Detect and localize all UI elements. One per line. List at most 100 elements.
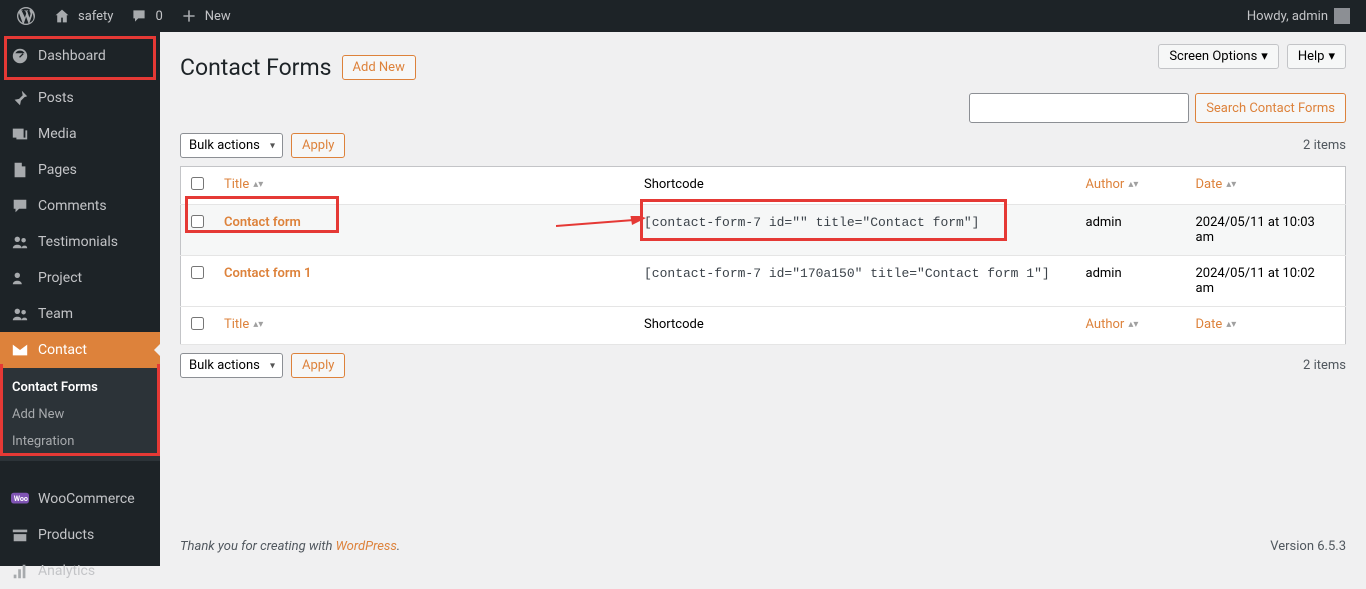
separator <box>0 461 160 481</box>
howdy-link[interactable]: Howdy, admin <box>1239 0 1358 32</box>
search-button[interactable]: Search Contact Forms <box>1195 93 1346 123</box>
plus-icon <box>179 6 199 26</box>
admin-footer: Thank you for creating with WordPress. V… <box>160 527 1366 566</box>
row-title-link[interactable]: Contact form <box>224 215 301 230</box>
sidebar-item-label: Project <box>38 270 82 286</box>
col-date-header[interactable]: Date▴▾ <box>1196 177 1237 192</box>
items-count-bottom: 2 items <box>1303 358 1346 373</box>
col-shortcode-footer: Shortcode <box>634 307 1076 345</box>
wordpress-icon <box>16 6 36 26</box>
sidebar-item-label: Media <box>38 126 77 142</box>
sidebar-item-project[interactable]: Project <box>0 260 160 296</box>
site-link[interactable]: safety <box>44 0 121 32</box>
sort-icon: ▴▾ <box>253 322 263 328</box>
sidebar-item-comments[interactable]: Comments <box>0 188 160 224</box>
admin-bar-right: Howdy, admin <box>1239 0 1358 32</box>
page-title: Contact Forms <box>180 54 332 81</box>
people-icon <box>10 232 30 252</box>
sidebar-item-label: Comments <box>38 198 107 214</box>
comments-link[interactable]: 0 <box>121 0 170 32</box>
bulk-actions-group: Bulk actions Apply <box>180 133 345 158</box>
new-label: New <box>205 9 231 24</box>
sort-icon: ▴▾ <box>1226 182 1236 188</box>
items-count-top: 2 items <box>1303 138 1346 153</box>
sidebar-item-testimonials[interactable]: Testimonials <box>0 224 160 260</box>
sidebar-item-woocommerce[interactable]: Woo WooCommerce <box>0 481 160 517</box>
apply-button-top[interactable]: Apply <box>291 133 345 158</box>
bulk-actions-select-bottom[interactable]: Bulk actions <box>180 353 283 378</box>
caret-down-icon: ▾ <box>1261 49 1268 64</box>
row-shortcode[interactable]: [contact-form-7 id="" title="Contact for… <box>644 215 979 230</box>
row-shortcode[interactable]: [contact-form-7 id="170a150" title="Cont… <box>644 266 1050 281</box>
site-name: safety <box>78 9 113 24</box>
sidebar-item-media[interactable]: Media <box>0 116 160 152</box>
comments-count: 0 <box>155 9 162 24</box>
table-row: Contact form 1 [contact-form-7 id="170a1… <box>181 256 1346 307</box>
add-new-button[interactable]: Add New <box>342 55 416 80</box>
footer-version: Version 6.5.3 <box>1270 539 1346 554</box>
row-date: 2024/05/11 at 10:02 am <box>1186 256 1346 307</box>
sort-icon: ▴▾ <box>253 182 263 188</box>
row-title-link[interactable]: Contact form 1 <box>224 266 311 281</box>
sort-icon: ▴▾ <box>1226 322 1236 328</box>
submenu-add-new[interactable]: Add New <box>0 401 160 428</box>
sidebar-item-label: Testimonials <box>38 234 118 250</box>
screen-meta-links: Screen Options▾ Help▾ <box>1158 44 1346 69</box>
page-icon <box>10 160 30 180</box>
team-icon <box>10 304 30 324</box>
wordpress-link[interactable]: WordPress <box>336 539 397 554</box>
search-row: Search Contact Forms <box>180 93 1346 123</box>
screen-options-button[interactable]: Screen Options▾ <box>1158 44 1279 69</box>
submenu-contact-forms[interactable]: Contact Forms <box>0 374 160 401</box>
bulk-actions-group-bottom: Bulk actions Apply <box>180 353 345 378</box>
tablenav-bottom: Bulk actions Apply 2 items <box>180 353 1346 378</box>
sidebar-item-team[interactable]: Team <box>0 296 160 332</box>
comment-icon <box>129 6 149 26</box>
wp-logo[interactable] <box>8 0 44 32</box>
new-link[interactable]: New <box>171 0 239 32</box>
sort-icon: ▴▾ <box>1128 182 1138 188</box>
bulk-actions-select[interactable]: Bulk actions <box>180 133 283 158</box>
media-icon <box>10 124 30 144</box>
footer-thanks: Thank you for creating with WordPress. <box>180 539 400 554</box>
analytics-icon <box>10 561 30 581</box>
col-date-footer[interactable]: Date▴▾ <box>1196 317 1237 332</box>
select-all-bottom[interactable] <box>191 317 204 330</box>
admin-bar-left: safety 0 New <box>8 0 239 32</box>
col-author-footer[interactable]: Author▴▾ <box>1086 317 1139 332</box>
contact-submenu: Contact Forms Add New Integration <box>0 368 160 461</box>
help-button[interactable]: Help▾ <box>1287 44 1346 69</box>
sidebar-item-pages[interactable]: Pages <box>0 152 160 188</box>
table-row: Contact form [contact-form-7 id="" title… <box>181 205 1346 256</box>
dashboard-icon <box>10 46 30 66</box>
row-checkbox[interactable] <box>191 215 204 228</box>
col-title-footer[interactable]: Title▴▾ <box>224 317 263 332</box>
sidebar-item-label: Team <box>38 306 73 322</box>
sidebar-item-posts[interactable]: Posts <box>0 80 160 116</box>
svg-text:Woo: Woo <box>14 494 28 503</box>
row-author: admin <box>1076 256 1186 307</box>
comments-icon <box>10 196 30 216</box>
sidebar-item-label: Products <box>38 527 94 543</box>
sidebar-item-analytics[interactable]: Analytics <box>0 553 160 589</box>
row-date: 2024/05/11 at 10:03 am <box>1186 205 1346 256</box>
sidebar-item-contact[interactable]: Contact <box>0 332 160 368</box>
select-all-top[interactable] <box>191 177 204 190</box>
apply-button-bottom[interactable]: Apply <box>291 353 345 378</box>
sort-icon: ▴▾ <box>1128 322 1138 328</box>
col-author-header[interactable]: Author▴▾ <box>1086 177 1139 192</box>
admin-sidebar: Dashboard Posts Media Pages Comments Tes… <box>0 32 160 566</box>
sidebar-item-label: Dashboard <box>38 48 106 64</box>
sidebar-item-label: Posts <box>38 90 74 106</box>
search-input[interactable] <box>969 93 1189 123</box>
tablenav-top: Bulk actions Apply 2 items <box>180 133 1346 158</box>
admin-bar: safety 0 New Howdy, admin <box>0 0 1366 32</box>
sidebar-item-products[interactable]: Products <box>0 517 160 553</box>
col-title-header[interactable]: Title▴▾ <box>224 177 263 192</box>
sidebar-item-label: Pages <box>38 162 77 178</box>
sidebar-item-dashboard[interactable]: Dashboard <box>0 32 160 80</box>
avatar <box>1334 8 1350 24</box>
row-checkbox[interactable] <box>191 266 204 279</box>
submenu-integration[interactable]: Integration <box>0 428 160 455</box>
products-icon <box>10 525 30 545</box>
